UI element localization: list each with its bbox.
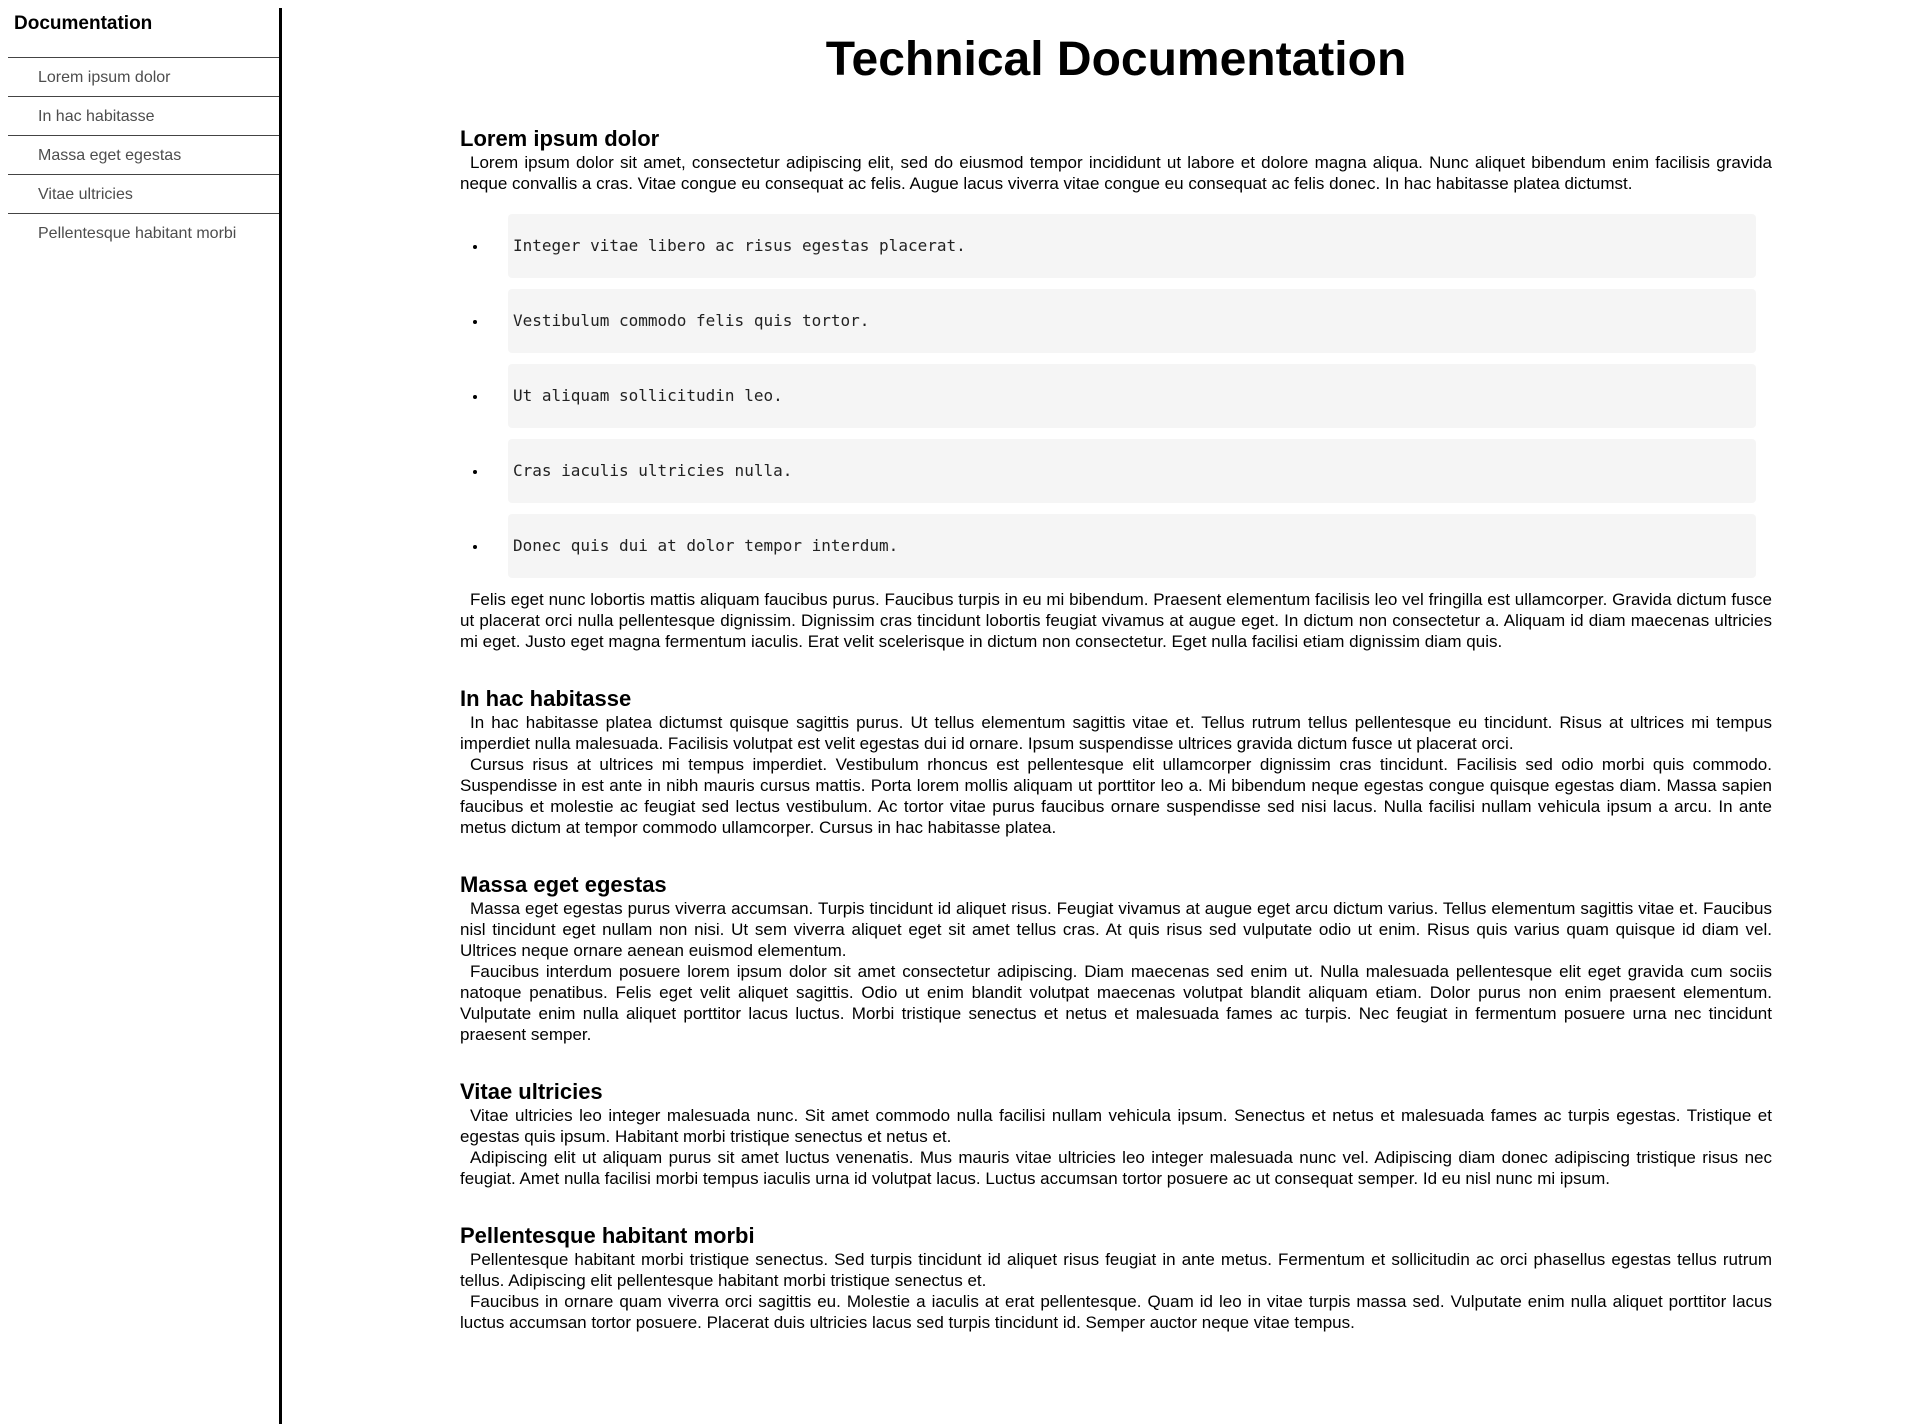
section-paragraph: Adipiscing elit ut aliquam purus sit ame… bbox=[460, 1148, 1772, 1188]
page-title: Technical Documentation bbox=[825, 33, 1407, 86]
section-massa-eget-egestas: Massa eget egestas Massa eget egestas pu… bbox=[460, 872, 1772, 1045]
section-paragraph: Faucibus in ornare quam viverra orci sag… bbox=[460, 1292, 1772, 1332]
sidebar-item-vitae-ultricies: Vitae ultricies bbox=[8, 175, 279, 214]
nav-link-massa-eget-egestas[interactable]: Massa eget egestas bbox=[8, 136, 279, 165]
section-heading: Vitae ultricies bbox=[460, 1079, 603, 1104]
main-content: Technical Documentation Lorem ipsum dolo… bbox=[460, 0, 1772, 1333]
code-list-item: Vestibulum commodo felis quis tortor. bbox=[488, 289, 1772, 353]
code-example-list: Integer vitae libero ac risus egestas pl… bbox=[460, 214, 1772, 578]
nav-link-pellentesque-habitant-morbi[interactable]: Pellentesque habitant morbi bbox=[8, 214, 279, 243]
code-list-item: Cras iaculis ultricies nulla. bbox=[488, 439, 1772, 503]
nav-link-in-hac-habitasse[interactable]: In hac habitasse bbox=[8, 97, 279, 126]
sidebar-item-massa-eget-egestas: Massa eget egestas bbox=[8, 136, 279, 175]
code-example: Cras iaculis ultricies nulla. bbox=[508, 439, 1756, 503]
sidebar-nav: Documentation Lorem ipsum dolor In hac h… bbox=[8, 8, 282, 1424]
code-list-item: Integer vitae libero ac risus egestas pl… bbox=[488, 214, 1772, 278]
section-paragraph: Lorem ipsum dolor sit amet, consectetur … bbox=[460, 153, 1772, 193]
code-example: Vestibulum commodo felis quis tortor. bbox=[508, 289, 1756, 353]
sidebar-item-lorem-ipsum-dolor: Lorem ipsum dolor bbox=[8, 58, 279, 97]
section-paragraph: Felis eget nunc lobortis mattis aliquam … bbox=[460, 590, 1772, 651]
section-heading: In hac habitasse bbox=[460, 686, 632, 711]
sidebar-item-in-hac-habitasse: In hac habitasse bbox=[8, 97, 279, 136]
section-pellentesque-habitant-morbi: Pellentesque habitant morbi Pellentesque… bbox=[460, 1223, 1772, 1333]
section-paragraph: Vitae ultricies leo integer malesuada nu… bbox=[460, 1106, 1772, 1146]
sidebar-list: Lorem ipsum dolor In hac habitasse Massa… bbox=[8, 58, 279, 253]
section-paragraph: Massa eget egestas purus viverra accumsa… bbox=[460, 899, 1772, 960]
section-paragraph: Cursus risus at ultrices mi tempus imper… bbox=[460, 755, 1772, 837]
section-vitae-ultricies: Vitae ultricies Vitae ultricies leo inte… bbox=[460, 1079, 1772, 1189]
code-example: Integer vitae libero ac risus egestas pl… bbox=[508, 214, 1756, 278]
sidebar-item-pellentesque-habitant-morbi: Pellentesque habitant morbi bbox=[8, 214, 279, 253]
code-example: Ut aliquam sollicitudin leo. bbox=[508, 364, 1756, 428]
section-paragraph: Faucibus interdum posuere lorem ipsum do… bbox=[460, 962, 1772, 1044]
section-lorem-ipsum-dolor: Lorem ipsum dolor Lorem ipsum dolor sit … bbox=[460, 126, 1772, 652]
section-heading: Pellentesque habitant morbi bbox=[460, 1223, 755, 1248]
section-heading: Lorem ipsum dolor bbox=[460, 126, 660, 151]
section-paragraph: Pellentesque habitant morbi tristique se… bbox=[460, 1250, 1772, 1290]
section-in-hac-habitasse: In hac habitasse In hac habitasse platea… bbox=[460, 686, 1772, 838]
nav-link-lorem-ipsum-dolor[interactable]: Lorem ipsum dolor bbox=[8, 58, 279, 87]
code-example: Donec quis dui at dolor tempor interdum. bbox=[508, 514, 1756, 578]
code-list-item: Ut aliquam sollicitudin leo. bbox=[488, 364, 1772, 428]
code-list-item: Donec quis dui at dolor tempor interdum. bbox=[488, 514, 1772, 578]
section-paragraph: In hac habitasse platea dictumst quisque… bbox=[460, 713, 1772, 753]
sidebar-title: Documentation bbox=[8, 8, 279, 58]
section-heading: Massa eget egestas bbox=[460, 872, 667, 897]
nav-link-vitae-ultricies[interactable]: Vitae ultricies bbox=[8, 175, 279, 204]
